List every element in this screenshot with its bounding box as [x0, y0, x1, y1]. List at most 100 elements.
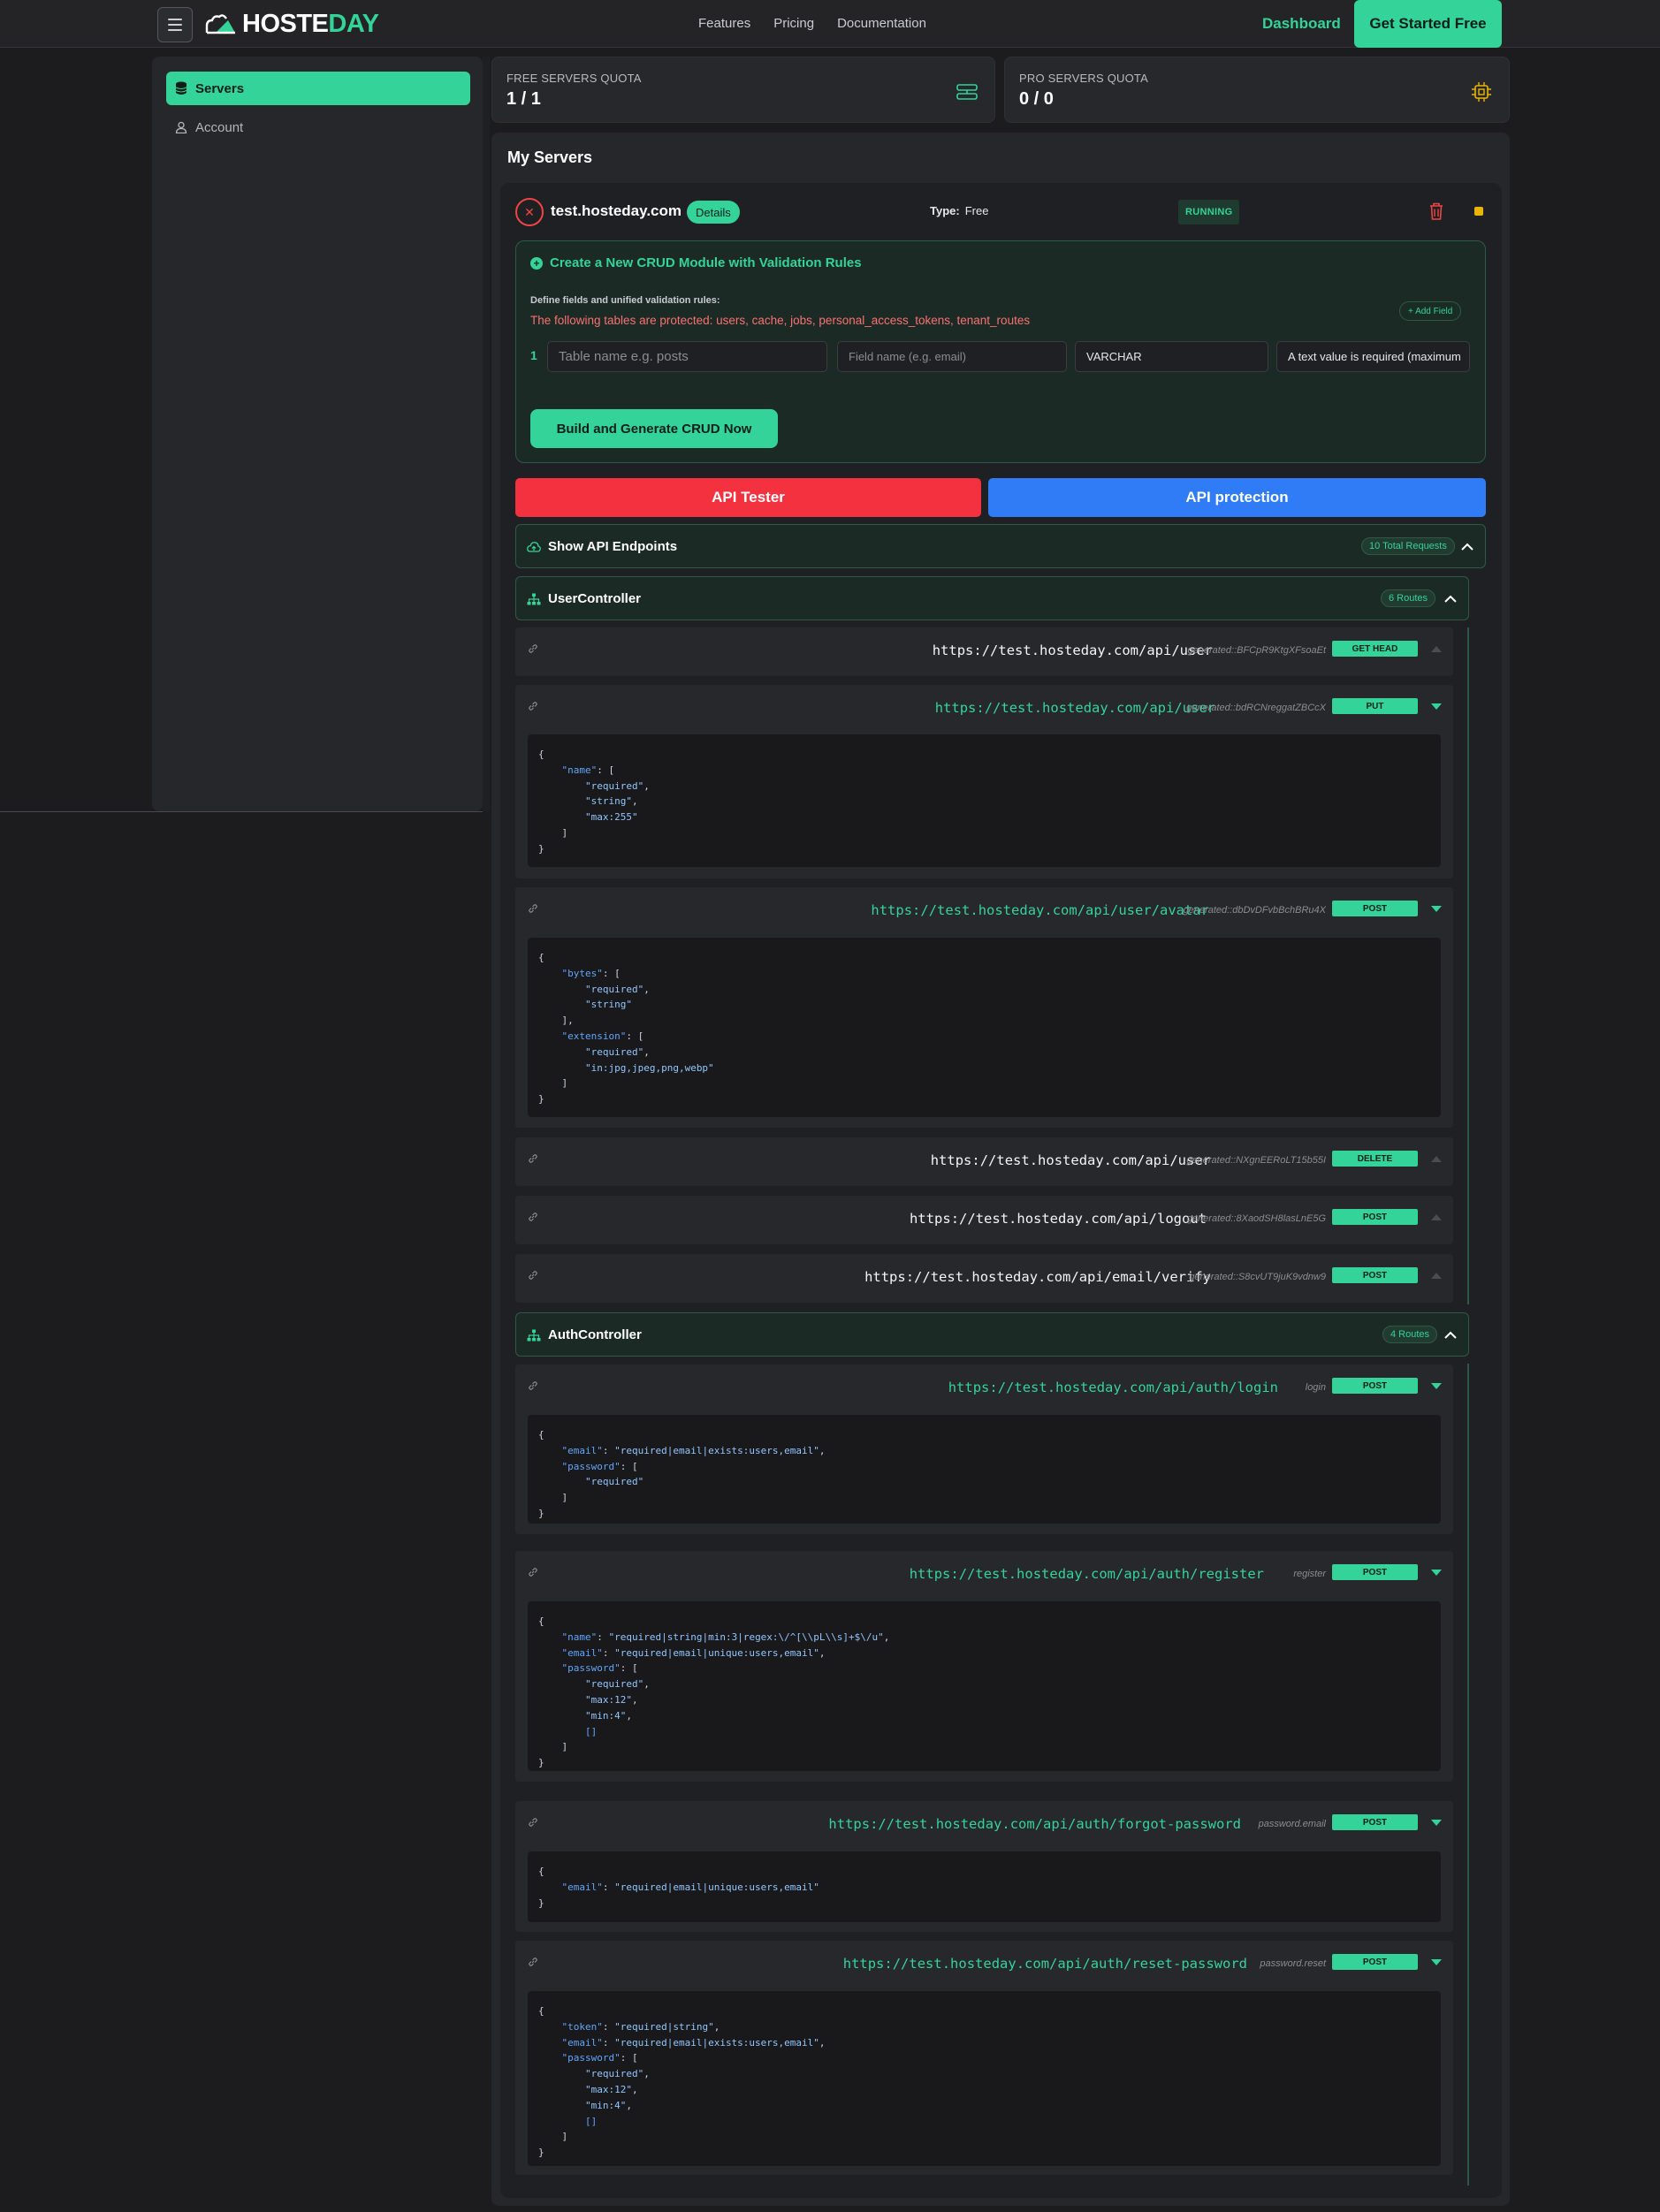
validation-rules-code: { "bytes": [ "required", "string" ], "ex…: [528, 938, 1441, 1117]
quota-label: FREE SERVERS QUOTA: [506, 72, 642, 85]
endpoint-row[interactable]: https://test.hosteday.com/api/email/veri…: [515, 1254, 1453, 1303]
page-title: My Servers: [507, 148, 593, 166]
validation-rules-code: { "name": [ "required", "string", "max:2…: [528, 734, 1441, 867]
brand-name: HOSTEDAY: [242, 9, 379, 38]
endpoint-url: https://test.hosteday.com/api/user: [930, 1152, 1211, 1168]
database-icon: [175, 81, 187, 95]
endpoint-row[interactable]: https://test.hosteday.com/api/auth/login…: [515, 1364, 1453, 1534]
add-field-button[interactable]: + Add Field: [1399, 301, 1462, 321]
link-icon: [529, 1818, 537, 1827]
top-navbar: HOSTEDAY Features Pricing Documentation …: [0, 0, 1660, 48]
code-line: "bytes": [: [561, 967, 621, 979]
endpoint-row[interactable]: https://test.hosteday.com/api/auth/forgo…: [515, 1801, 1453, 1932]
show-api-endpoints-toggle[interactable]: Show API Endpoints 10 Total Requests: [515, 524, 1486, 568]
caret-up-icon[interactable]: [1430, 1155, 1443, 1163]
caret-down-icon[interactable]: [1430, 1569, 1443, 1577]
code-line: "max:12",: [584, 1693, 638, 1706]
code-line: }: [538, 1897, 544, 1909]
code-line: "email": "required|email|exists:users,em…: [561, 2036, 826, 2049]
server-details-button[interactable]: Details: [687, 201, 740, 224]
close-server-button[interactable]: ✕: [515, 198, 544, 226]
code-line: "token": "required|string",: [561, 2020, 720, 2033]
caret-down-icon[interactable]: [1430, 1382, 1443, 1390]
caret-down-icon[interactable]: [1430, 905, 1443, 913]
api-tester-button[interactable]: API Tester: [515, 478, 981, 517]
endpoint-url: https://test.hosteday.com/api/email/veri…: [864, 1269, 1211, 1285]
endpoint-row[interactable]: https://test.hosteday.com/api/user gener…: [515, 1137, 1453, 1186]
route-name: generated::S8cvUT9juK9vdnw9: [1189, 1272, 1326, 1282]
controller-rail: [1467, 1364, 1469, 2185]
caret-down-icon[interactable]: [1430, 1958, 1443, 1966]
code-line: }: [538, 842, 544, 855]
code-line: }: [538, 2147, 544, 2159]
code-line: "in:jpg,jpeg,png,webp": [584, 1061, 714, 1074]
endpoint-url: https://test.hosteday.com/api/auth/reset…: [842, 1956, 1247, 1972]
field-type-select[interactable]: VARCHAR: [1075, 341, 1268, 372]
server-type: Type: Free: [930, 204, 988, 217]
code-line: "required",: [584, 1678, 650, 1691]
field-row-number: 1: [530, 348, 537, 362]
code-line: ]: [538, 2131, 568, 2143]
api-protection-button[interactable]: API protection: [988, 478, 1486, 517]
validation-rules-code: { "name": "required|string|min:3|regex:\…: [528, 1601, 1441, 1771]
sitemap-icon: [527, 593, 541, 605]
sidebar-item-servers[interactable]: Servers: [166, 72, 470, 105]
sidebar-item-account[interactable]: Account: [166, 110, 470, 144]
validation-rules-code: { "email": "required|email|exists:users,…: [528, 1415, 1441, 1524]
nav-links: Features Pricing Documentation: [698, 16, 926, 31]
nav-link-documentation[interactable]: Documentation: [837, 16, 926, 31]
code-line: "min:4",: [584, 2099, 632, 2111]
code-line: "required",: [584, 779, 650, 792]
route-name: generated::BFCpR9KtgXFsoaEt: [1187, 645, 1326, 656]
code-line: "email": "required|email|unique:users,em…: [561, 1646, 826, 1659]
endpoint-row[interactable]: https://test.hosteday.com/api/user gener…: [515, 685, 1453, 878]
route-name: generated::NXgnEERoLT15b55I: [1186, 1155, 1326, 1166]
caret-down-icon[interactable]: [1430, 703, 1443, 711]
crud-subtitle: Define fields and unified validation rul…: [530, 295, 720, 306]
endpoint-url: https://test.hosteday.com/api/auth/login: [948, 1380, 1278, 1395]
table-name-input[interactable]: Table name e.g. posts: [547, 341, 827, 372]
chevron-up-icon[interactable]: [1442, 590, 1459, 608]
controller-header-auth[interactable]: AuthController 4 Routes: [515, 1312, 1469, 1357]
crud-title-text: Create a New CRUD Module with Validation…: [550, 255, 862, 270]
user-icon: [175, 121, 187, 133]
caret-up-icon[interactable]: [1430, 645, 1443, 653]
validation-rules-code: { "email": "required|email|unique:users,…: [528, 1851, 1441, 1922]
caret-up-icon[interactable]: [1430, 1272, 1443, 1280]
get-started-button[interactable]: Get Started Free: [1354, 0, 1502, 48]
sidebar-gutter: [483, 57, 490, 811]
code-line: "password": [: [561, 1460, 638, 1472]
code-line: }: [538, 1507, 544, 1519]
field-name-input[interactable]: Field name (e.g. email): [837, 341, 1067, 372]
validation-rule-input[interactable]: A text value is required (maximum: [1276, 341, 1470, 372]
link-icon: [529, 1212, 537, 1221]
method-badge: DELETE: [1332, 1151, 1418, 1167]
endpoint-row[interactable]: https://test.hosteday.com/api/user/avata…: [515, 887, 1453, 1128]
endpoint-row[interactable]: https://test.hosteday.com/api/auth/reset…: [515, 1941, 1453, 2175]
caret-up-icon[interactable]: [1430, 1213, 1443, 1221]
nav-dashboard-link[interactable]: Dashboard: [1262, 15, 1341, 33]
brand-logo[interactable]: HOSTEDAY: [205, 9, 379, 38]
build-crud-button[interactable]: Build and Generate CRUD Now: [530, 409, 778, 448]
hamburger-menu-button[interactable]: [157, 7, 193, 42]
chevron-up-icon[interactable]: [1458, 538, 1476, 556]
endpoint-row[interactable]: https://test.hosteday.com/api/auth/regis…: [515, 1551, 1453, 1782]
code-line: {: [538, 1615, 544, 1627]
method-badge: POST: [1332, 1267, 1418, 1283]
plus-circle-icon: +: [530, 256, 543, 270]
code-line: }: [538, 1093, 544, 1106]
endpoint-row[interactable]: https://test.hosteday.com/api/user gener…: [515, 627, 1453, 676]
code-line: "required": [584, 1476, 644, 1488]
method-badge: POST: [1332, 901, 1418, 916]
endpoint-row[interactable]: https://test.hosteday.com/api/logout gen…: [515, 1196, 1453, 1244]
controller-header-user[interactable]: UserController 6 Routes: [515, 576, 1469, 620]
nav-link-features[interactable]: Features: [698, 16, 750, 31]
trash-icon[interactable]: [1428, 201, 1445, 221]
nav-link-pricing[interactable]: Pricing: [773, 16, 814, 31]
endpoint-url: https://test.hosteday.com/api/user: [934, 700, 1215, 716]
route-name: generated::8XaodSH8lasLnE5G: [1186, 1213, 1326, 1224]
code-line: ]: [538, 1741, 568, 1753]
link-icon: [529, 904, 537, 913]
caret-down-icon[interactable]: [1430, 1819, 1443, 1827]
chevron-up-icon[interactable]: [1442, 1326, 1459, 1344]
